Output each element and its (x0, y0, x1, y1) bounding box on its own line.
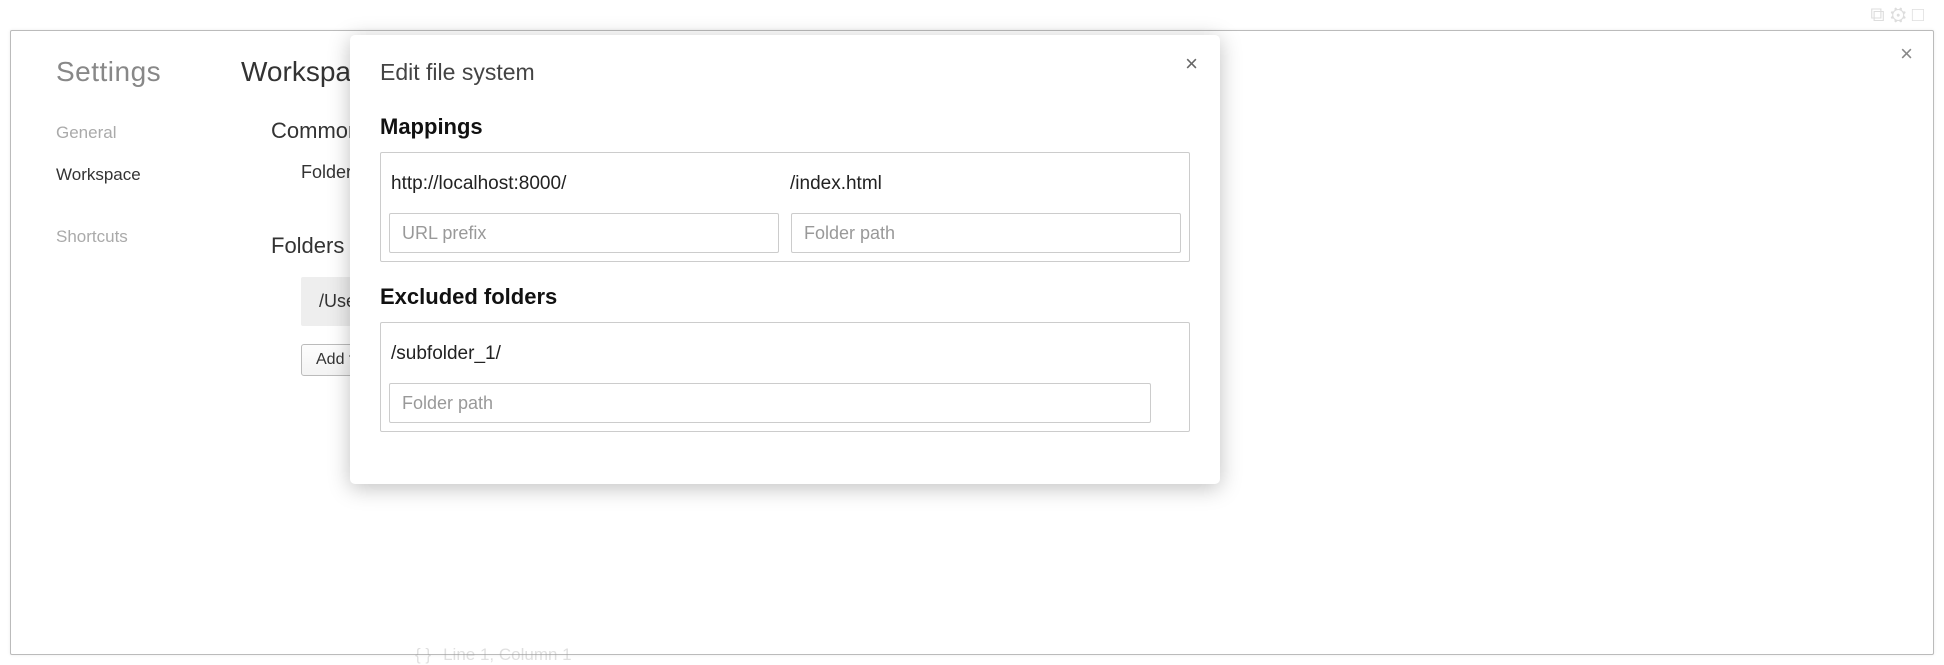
excluded-folders-box: /subfolder_1/ (380, 322, 1190, 432)
dialog-close-icon[interactable]: × (1185, 53, 1198, 75)
line-col-status: Line 1, Column 1 (443, 645, 572, 665)
settings-close-icon[interactable]: × (1900, 43, 1913, 65)
settings-title: Settings (56, 56, 191, 88)
mapping-url: http://localhost:8000/ (391, 173, 780, 195)
excluded-folders-heading: Excluded folders (380, 284, 1190, 310)
excluded-folder-item[interactable]: /subfolder_1/ (389, 331, 1181, 383)
nav-shortcuts[interactable]: Shortcuts (56, 227, 191, 247)
settings-sidebar: Settings General Workspace Shortcuts (11, 31, 191, 654)
mappings-box: http://localhost:8000/ /index.html (380, 152, 1190, 262)
url-prefix-input[interactable] (389, 213, 779, 253)
mapping-folder-path-input[interactable] (791, 213, 1181, 253)
nav-workspace[interactable]: Workspace (56, 165, 191, 185)
excluded-folder-path-input[interactable] (389, 383, 1151, 423)
mappings-heading: Mappings (380, 114, 1190, 140)
devtools-right-icons: ⧉ ⚙ □ (1870, 4, 1924, 27)
edit-file-system-dialog: × Edit file system Mappings http://local… (350, 35, 1220, 484)
code-footer: { } Line 1, Column 1 (415, 645, 572, 665)
dialog-title: Edit file system (380, 59, 1190, 86)
mapping-folder: /index.html (790, 173, 1179, 195)
nav-general[interactable]: General (56, 123, 191, 143)
braces-icon: { } (415, 645, 431, 665)
mapping-row[interactable]: http://localhost:8000/ /index.html (389, 161, 1181, 213)
